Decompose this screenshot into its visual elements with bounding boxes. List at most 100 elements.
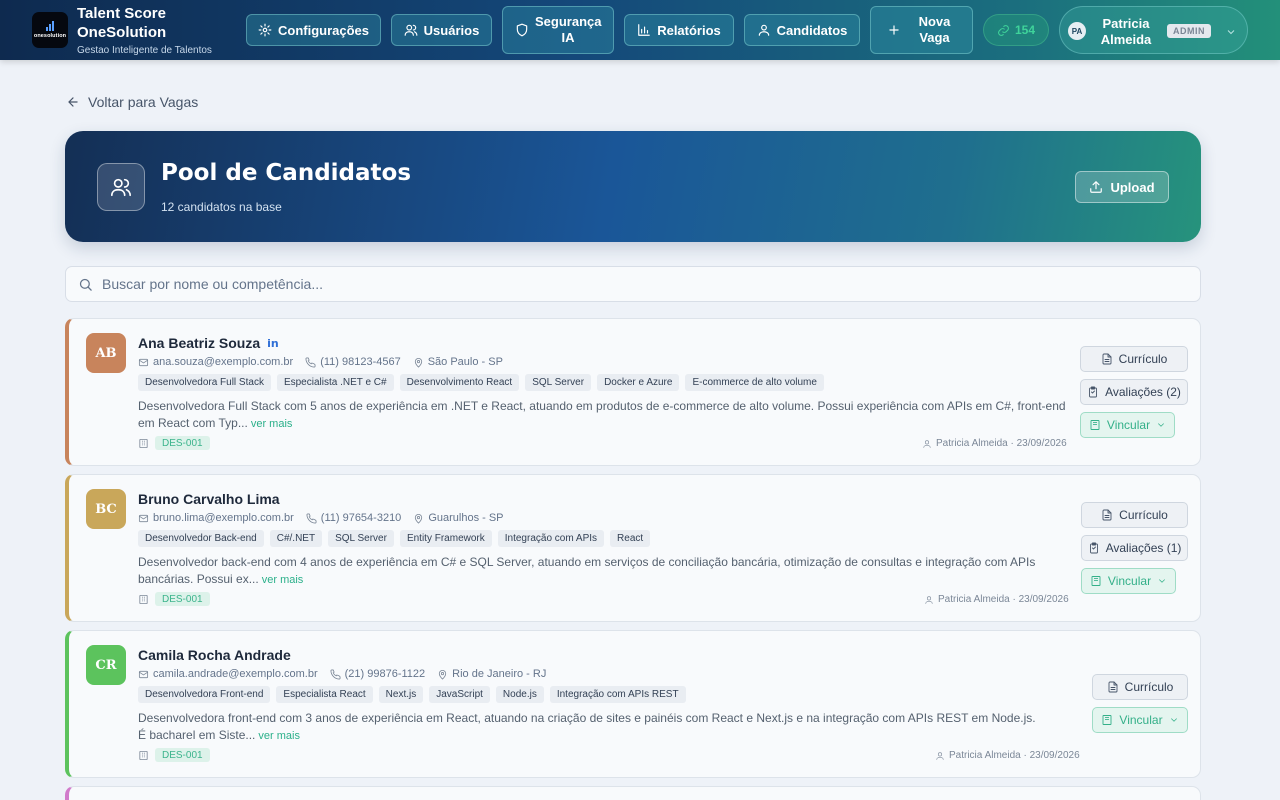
skill-tags: Desenvolvedora Full Stack Especialista .… (138, 374, 824, 391)
candidate-name[interactable]: Camila Rocha Andrade (138, 647, 291, 663)
candidate-name[interactable]: Ana Beatriz Souza in (138, 335, 279, 351)
counter-value: 154 (1014, 23, 1036, 37)
link-label: Vincular (1119, 713, 1163, 727)
building-icon (139, 594, 148, 604)
skill-tag: Desenvolvedora Full Stack (138, 374, 271, 391)
chevron-down-icon (1159, 579, 1165, 583)
user-icon (936, 751, 944, 760)
see-more-link[interactable]: ver mais (251, 418, 293, 430)
nav-config-button[interactable]: Configurações (246, 14, 381, 46)
link-label: Vincular (1106, 418, 1151, 432)
nav-users-button[interactable]: Usuários (391, 14, 492, 46)
email: ana.souza@exemplo.com.br (138, 356, 293, 368)
building-icon (1091, 576, 1101, 586)
candidate-card[interactable]: BC Bruno Carvalho Lima bruno.lima@exempl… (65, 474, 1201, 622)
owner-text: Patricia Almeida · 23/09/2026 (938, 594, 1069, 605)
skill-tag: Integração com APIs (497, 530, 605, 547)
file-icon (1108, 681, 1118, 693)
brand-title: Talent Score OneSolution (77, 5, 167, 41)
mail-icon (138, 514, 149, 522)
user-name: Patricia Almeida (1100, 16, 1152, 47)
skill-tag: SQL Server (525, 374, 592, 391)
evaluations-label: Avaliações (2) (1105, 385, 1181, 399)
link-label: Vincular (1107, 574, 1152, 588)
nav-reports-label: Relatórios (657, 22, 721, 38)
evaluations-button[interactable]: Avaliações (1) (1081, 535, 1188, 561)
resume-label: Currículo (1124, 680, 1174, 694)
candidate-summary: Desenvolvedora front-end com 3 anos de e… (138, 710, 1038, 745)
job-code-badge: DES-001 (155, 592, 210, 606)
resume-button[interactable]: Currículo (1092, 674, 1188, 700)
user-icon (758, 24, 769, 36)
skill-tag: React (610, 530, 651, 547)
avatar: PA (1068, 22, 1086, 40)
brand-logo[interactable]: onesolution (32, 12, 68, 48)
search-input[interactable] (102, 267, 1192, 301)
candidate-summary: Desenvolvedora Full Stack com 5 anos de … (138, 398, 1068, 433)
bar-chart-icon (638, 24, 651, 36)
back-to-jobs-link[interactable]: Voltar para Vagas (66, 94, 198, 110)
phone: (11) 97654-3210 (306, 512, 401, 524)
gear-icon (258, 23, 272, 37)
email: camila.andrade@exemplo.com.br (138, 668, 318, 680)
nav-reports-button[interactable]: Relatórios (624, 14, 734, 46)
nav-config-label: Configurações (277, 22, 369, 38)
phone-icon (306, 513, 317, 523)
linkedin-icon[interactable]: in (267, 337, 279, 350)
brand: Talent Score OneSolution Gestao Intelige… (77, 4, 212, 56)
job-code-badge: DES-001 (155, 436, 210, 450)
avatar: CR (86, 645, 126, 685)
candidate-card[interactable]: AB Ana Beatriz Souza in ana.souza@exempl… (65, 318, 1201, 466)
see-more-link[interactable]: ver mais (262, 574, 304, 586)
users-icon (404, 24, 418, 36)
skill-tag: Desenvolvedora Front-end (138, 686, 271, 703)
link-job-dropdown[interactable]: Vincular (1092, 707, 1188, 733)
chevron-down-icon (1158, 423, 1164, 427)
location: Guarulhos - SP (413, 512, 504, 524)
role-badge: ADMIN (1167, 24, 1211, 38)
nav-candidates-button[interactable]: Candidatos (744, 14, 860, 46)
nav-candidates-label: Candidatos (776, 22, 848, 38)
arrow-left-icon (68, 97, 78, 107)
upload-icon (1090, 181, 1103, 193)
token-counter[interactable]: 154 (983, 14, 1049, 46)
skill-tag: Entity Framework (399, 530, 492, 547)
logo-text: onesolution (33, 33, 67, 39)
skill-tag: E-commerce de alto volume (685, 374, 824, 391)
candidate-name[interactable]: Bruno Carvalho Lima (138, 491, 280, 507)
candidate-card[interactable]: CR Camila Rocha Andrade camila.andrade@e… (65, 630, 1201, 778)
new-job-button[interactable]: Nova Vaga (870, 6, 973, 54)
nav-users-label: Usuários (423, 22, 480, 38)
upload-button[interactable]: Upload (1075, 171, 1169, 203)
link-job-dropdown[interactable]: Vincular (1080, 412, 1175, 438)
nav-security-label: Segurança IA (535, 14, 602, 45)
resume-button[interactable]: Currículo (1081, 502, 1188, 528)
link-job-dropdown[interactable]: Vincular (1081, 568, 1176, 594)
phone: (11) 98123-4567 (305, 356, 401, 368)
building-icon (139, 438, 148, 448)
chevron-down-icon (1225, 25, 1237, 37)
upload-label: Upload (1110, 179, 1155, 195)
candidate-card[interactable] (65, 786, 1201, 800)
nav-security-button[interactable]: Segurança IA (502, 6, 614, 54)
location: São Paulo - SP (413, 356, 503, 368)
page-title: Pool de Candidatos (161, 160, 412, 186)
owner-info: Patricia Almeida · 23/09/2026 (924, 594, 1069, 605)
skill-tag: Next.js (378, 686, 424, 703)
see-more-link[interactable]: ver mais (258, 730, 300, 742)
user-menu[interactable]: PA Patricia Almeida ADMIN (1059, 6, 1248, 54)
owner-text: Patricia Almeida · 23/09/2026 (949, 750, 1080, 761)
brand-subtitle: Gestao Inteligente de Talentos (77, 45, 212, 56)
evaluations-button[interactable]: Avaliações (2) (1080, 379, 1188, 405)
job-code-row: DES-001 (138, 748, 210, 762)
back-label: Voltar para Vagas (88, 94, 199, 110)
mail-icon (138, 670, 149, 678)
email: bruno.lima@exemplo.com.br (138, 512, 294, 524)
search-icon (79, 278, 92, 291)
skill-tag: Docker e Azure (597, 374, 680, 391)
resume-button[interactable]: Currículo (1080, 346, 1188, 372)
skill-tag: Node.js (495, 686, 544, 703)
job-code-row: DES-001 (138, 592, 210, 606)
resume-label: Currículo (1118, 352, 1168, 366)
map-pin-icon (439, 669, 447, 679)
